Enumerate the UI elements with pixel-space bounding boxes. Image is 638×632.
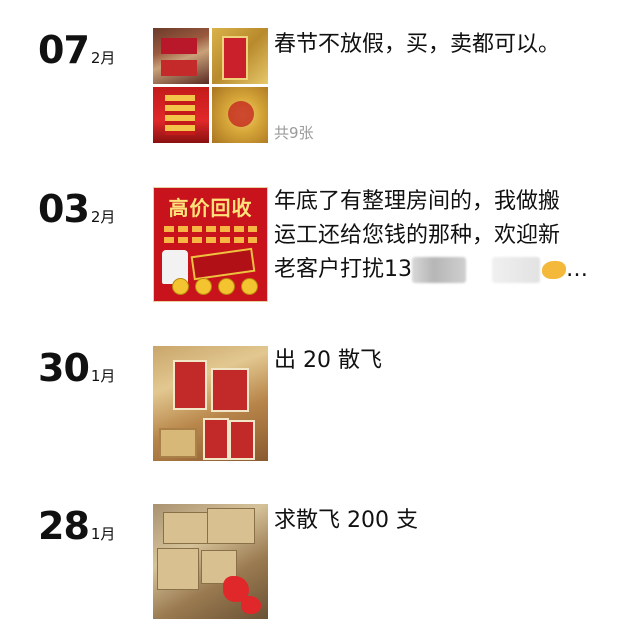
coin-icon (195, 278, 212, 295)
more-ellipsis[interactable]: … (566, 257, 588, 282)
collage-photo (212, 28, 268, 84)
post-text: 年底了有整理房间的，我做搬 运工还给您钱的那种，欢迎新 老客户打扰13 … (274, 185, 614, 287)
liquor-box-icon (173, 360, 207, 410)
post-day: 07 (38, 28, 90, 72)
post-image-collage[interactable] (153, 28, 268, 143)
coin-icon (241, 278, 258, 295)
hand-emoji-icon (542, 261, 566, 279)
post-text-line: 运工还给您钱的那种，欢迎新 (274, 223, 561, 248)
post-date: 30 1月 (38, 346, 115, 390)
post-day: 03 (38, 187, 90, 231)
post-text-fragment: 老客户打扰13 (274, 257, 412, 282)
post-text: 春节不放假，买，卖都可以。 (274, 32, 561, 57)
image-count: 共9张 (274, 124, 314, 142)
post-day: 28 (38, 504, 90, 548)
post-item[interactable]: 28 1月 求散飞 200 支 (0, 504, 638, 619)
liquor-box-icon (211, 368, 249, 412)
poster-title: 高价回收 (168, 196, 253, 220)
coin-icon (172, 278, 189, 295)
carton-icon (159, 428, 197, 458)
post-month: 1月 (90, 367, 116, 385)
carton-icon (207, 508, 255, 544)
coin-icon (218, 278, 235, 295)
collage-photo (212, 87, 268, 143)
coin-row (172, 278, 258, 295)
post-day: 30 (38, 346, 90, 390)
post-text-line: 年底了有整理房间的，我做搬 (274, 189, 561, 214)
post-text-line-3: 老客户打扰13 … (274, 253, 614, 287)
poster-text-line (164, 237, 257, 243)
post-image-promo-poster[interactable]: 高价回收 (153, 187, 268, 302)
post-date: 03 2月 (38, 187, 115, 231)
redacted-text (492, 257, 540, 283)
post-image-warehouse[interactable] (153, 346, 268, 461)
liquor-box-icon (229, 420, 255, 460)
post-date: 28 1月 (38, 504, 115, 548)
post-text: 求散飞 200 支 (274, 508, 418, 533)
post-month: 2月 (90, 49, 116, 67)
post-date: 07 2月 (38, 28, 115, 72)
collage-photo (153, 28, 209, 84)
redacted-phone-number (412, 257, 466, 283)
liquor-box-icon (203, 418, 229, 460)
post-month: 1月 (90, 525, 116, 543)
gift-box-icon (190, 247, 256, 281)
post-text: 出 20 散飞 (274, 348, 382, 373)
poster-text-line (164, 226, 257, 232)
carton-icon (157, 548, 199, 590)
red-decoration-icon (241, 596, 261, 614)
post-image-boxes[interactable] (153, 504, 268, 619)
collage-photo (153, 87, 209, 143)
post-item[interactable]: 30 1月 出 20 散飞 (0, 346, 638, 461)
post-month: 2月 (90, 208, 116, 226)
